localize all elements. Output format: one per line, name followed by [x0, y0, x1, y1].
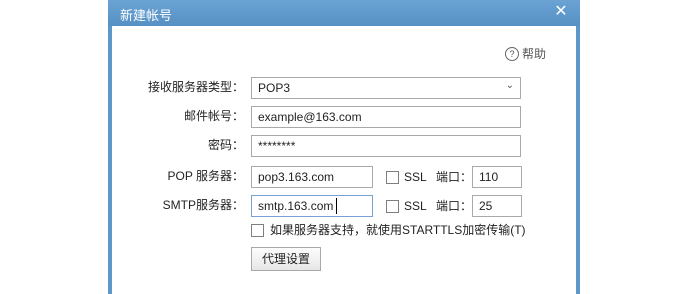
account-value: example@163.com: [258, 110, 362, 124]
pop-server-value: pop3.163.com: [258, 170, 335, 184]
starttls-checkbox[interactable]: [251, 224, 264, 237]
help-icon: ?: [504, 46, 519, 61]
password-label: 密码：: [207, 138, 244, 152]
smtp-port-value: 25: [479, 199, 493, 213]
smtp-port-input[interactable]: 25: [472, 195, 522, 217]
new-account-dialog: 新建帐号 ✕ ? 帮助 接收服务器类型： POP3 ⌄ 邮件帐号： exampl…: [108, 0, 580, 294]
pop-server-label: POP 服务器：: [167, 169, 244, 183]
password-value: ********: [258, 139, 296, 153]
page: 新建帐号 ✕ ? 帮助 接收服务器类型： POP3 ⌄ 邮件帐号： exampl…: [0, 0, 674, 294]
pop-server-input[interactable]: pop3.163.com: [251, 166, 373, 188]
smtp-server-input[interactable]: smtp.163.com: [251, 195, 373, 217]
smtp-server-label: SMTP服务器：: [162, 198, 244, 212]
chevron-down-icon: ⌄: [505, 80, 514, 91]
pop-ssl-label: SSL: [404, 170, 427, 184]
password-input[interactable]: ********: [251, 135, 521, 157]
server-type-select[interactable]: POP3 ⌄: [251, 77, 521, 99]
account-label: 邮件帐号：: [183, 109, 244, 123]
smtp-ssl-label: SSL: [404, 199, 427, 213]
dialog-body: ? 帮助 接收服务器类型： POP3 ⌄ 邮件帐号： example@163.c…: [112, 26, 576, 294]
smtp-port-label: 端口：: [436, 199, 473, 213]
proxy-settings-button[interactable]: 代理设置: [251, 247, 321, 271]
pop-ssl-checkbox[interactable]: [386, 171, 399, 184]
close-icon[interactable]: ✕: [552, 3, 570, 21]
dialog-title: 新建帐号: [120, 8, 173, 23]
server-type-value: POP3: [258, 81, 291, 95]
help-link[interactable]: ? 帮助: [504, 45, 546, 62]
pop-port-value: 110: [479, 170, 499, 184]
help-label: 帮助: [521, 47, 546, 61]
smtp-server-value: smtp.163.com: [258, 199, 334, 213]
smtp-ssl-checkbox[interactable]: [386, 200, 399, 213]
starttls-label: 如果服务器支持，就使用STARTTLS加密传输(T): [270, 223, 526, 237]
account-input[interactable]: example@163.com: [251, 106, 521, 128]
pop-port-input[interactable]: 110: [472, 166, 522, 188]
pop-port-label: 端口：: [436, 170, 473, 184]
server-type-label: 接收服务器类型：: [147, 80, 244, 94]
text-caret: [336, 198, 337, 214]
dialog-titlebar[interactable]: 新建帐号 ✕: [108, 0, 580, 26]
